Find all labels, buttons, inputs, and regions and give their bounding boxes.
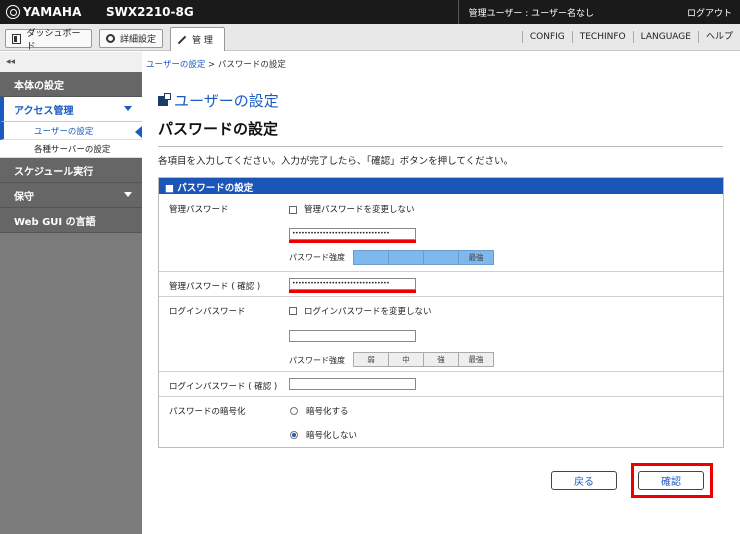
strength-segment (353, 250, 389, 265)
help-link[interactable]: ヘルプ (697, 31, 740, 43)
yamaha-logo-icon (6, 5, 20, 19)
yamaha-logo: YAMAHA (6, 4, 82, 20)
highlight-underline (289, 290, 416, 293)
admin-password-label: 管理パスワード (169, 205, 229, 215)
encryption-row: パスワードの暗号化 暗号化する 暗号化しない (159, 396, 723, 447)
dashboard-icon (12, 33, 22, 44)
login-password-label: ログインパスワード (169, 307, 246, 317)
login-password-confirm-label: ログインパスワード ( 確認 ) (169, 382, 278, 392)
encrypt-yes-label: 暗号化する (306, 407, 349, 417)
breadcrumb-separator: > (205, 60, 218, 70)
sidebar-item-user-settings[interactable]: ユーザーの設定 (0, 122, 142, 140)
utility-menu: CONFIG TECHINFO LANGUAGE ヘルプ (521, 24, 740, 50)
login-password-row: ログインパスワード ログインパスワードを変更しない パスワード強度 弱 中 強 … (159, 296, 723, 371)
admin-strength-meter: 最強 (353, 250, 494, 265)
confirm-highlight-box (631, 463, 713, 498)
sidebar-item-access[interactable]: アクセス管理 (0, 97, 142, 122)
sidebar-item-server-settings[interactable]: 各種サーバーの設定 (0, 140, 142, 158)
gear-icon (106, 34, 115, 43)
strength-segment: 強 (423, 352, 459, 367)
menu-bar: ダッシュボード 詳細設定 管 理 CONFIG TECHINFO LANGUAG… (0, 24, 740, 52)
admin-nochange-checkbox[interactable] (289, 206, 297, 214)
chevron-down-icon (124, 192, 132, 197)
strength-segment: 最強 (458, 352, 494, 367)
encrypt-no-label: 暗号化しない (306, 431, 358, 441)
chevron-down-icon (124, 106, 132, 111)
sidebar-item-access-label: アクセス管理 (14, 105, 74, 117)
main-content: ユーザーの設定 > パスワードの設定 ユーザーの設定 パスワードの設定 各項目を… (142, 52, 740, 534)
section-heading-text: ユーザーの設定 (174, 92, 279, 110)
login-password-input[interactable] (289, 330, 416, 342)
brand-name: YAMAHA (23, 5, 82, 19)
window-icon (158, 92, 171, 106)
current-user: 管理ユーザー : ユーザー名なし (457, 0, 594, 24)
logout-link[interactable]: ログアウト (687, 0, 732, 24)
login-nochange-label: ログインパスワードを変更しない (304, 307, 432, 317)
breadcrumb-link-user-settings[interactable]: ユーザーの設定 (146, 60, 205, 70)
strength-segment: 中 (388, 352, 424, 367)
sidebar-item-schedule[interactable]: スケジュール実行 (0, 158, 142, 183)
admin-password-input[interactable]: •••••••••••••••••••••••••••••••• (289, 228, 416, 240)
detail-settings-tab[interactable]: 詳細設定 (99, 29, 163, 48)
encryption-label: パスワードの暗号化 (169, 407, 246, 417)
dashboard-tab-label: ダッシュボード (26, 28, 81, 52)
admin-password-row: 管理パスワード 管理パスワードを変更しない ••••••••••••••••••… (159, 194, 723, 271)
top-bar: YAMAHA SWX2210-8G 管理ユーザー : ユーザー名なし ログアウト (0, 0, 740, 24)
back-button[interactable]: 戻る (551, 471, 617, 490)
password-settings-panel: ■ パスワードの設定 管理パスワード 管理パスワードを変更しない •••••••… (158, 177, 724, 448)
login-password-confirm-input[interactable] (289, 378, 416, 390)
techinfo-link[interactable]: TECHINFO (571, 31, 633, 43)
strength-segment: 最強 (458, 250, 494, 265)
detail-settings-tab-label: 詳細設定 (120, 35, 157, 45)
divider (158, 146, 723, 147)
breadcrumb-current: パスワードの設定 (217, 60, 286, 70)
admin-password-confirm-input[interactable]: •••••••••••••••••••••••••••••••• (289, 278, 416, 290)
encrypt-yes-radio[interactable] (290, 407, 298, 415)
admin-password-confirm-row: 管理パスワード ( 確認 ) •••••••••••••••••••••••••… (159, 271, 723, 296)
sidebar-item-main-settings[interactable]: 本体の設定 (0, 72, 142, 97)
highlight-underline (289, 240, 416, 243)
sidebar-item-maintenance-label: 保守 (14, 191, 34, 203)
breadcrumb: ユーザーの設定 > パスワードの設定 (146, 58, 286, 70)
management-tab[interactable]: 管 理 (170, 27, 225, 51)
page-title: パスワードの設定 (158, 120, 279, 138)
sidebar-item-maintenance[interactable]: 保守 (0, 183, 142, 208)
login-strength-meter: 弱 中 強 最強 (353, 352, 494, 367)
strength-segment (423, 250, 459, 265)
strength-segment (388, 250, 424, 265)
sidebar: ◂◂ 本体の設定 アクセス管理 ユーザーの設定 各種サーバーの設定 スケジュール… (0, 52, 142, 534)
language-link[interactable]: LANGUAGE (632, 31, 698, 43)
admin-strength-label: パスワード強度 (289, 253, 345, 262)
login-nochange-checkbox[interactable] (289, 307, 297, 315)
login-password-confirm-row: ログインパスワード ( 確認 ) (159, 371, 723, 396)
admin-nochange-label: 管理パスワードを変更しない (304, 205, 415, 215)
management-tab-label: 管 理 (192, 36, 213, 46)
wrench-icon (177, 35, 187, 45)
model-name: SWX2210-8G (106, 5, 194, 19)
dashboard-tab[interactable]: ダッシュボード (5, 29, 92, 52)
sidebar-collapse-button[interactable]: ◂◂ (0, 52, 142, 72)
config-link[interactable]: CONFIG (521, 31, 572, 43)
admin-password-confirm-label: 管理パスワード ( 確認 ) (169, 282, 261, 292)
encrypt-no-radio[interactable] (290, 431, 298, 439)
page-description: 各項目を入力してください。入力が完了したら、「確認」ボタンを押してください。 (158, 156, 514, 167)
section-heading: ユーザーの設定 (158, 90, 279, 111)
strength-segment: 弱 (353, 352, 389, 367)
login-strength-label: パスワード強度 (289, 356, 345, 365)
sidebar-item-webgui-language[interactable]: Web GUI の言語 (0, 208, 142, 233)
panel-header: ■ パスワードの設定 (159, 178, 723, 194)
